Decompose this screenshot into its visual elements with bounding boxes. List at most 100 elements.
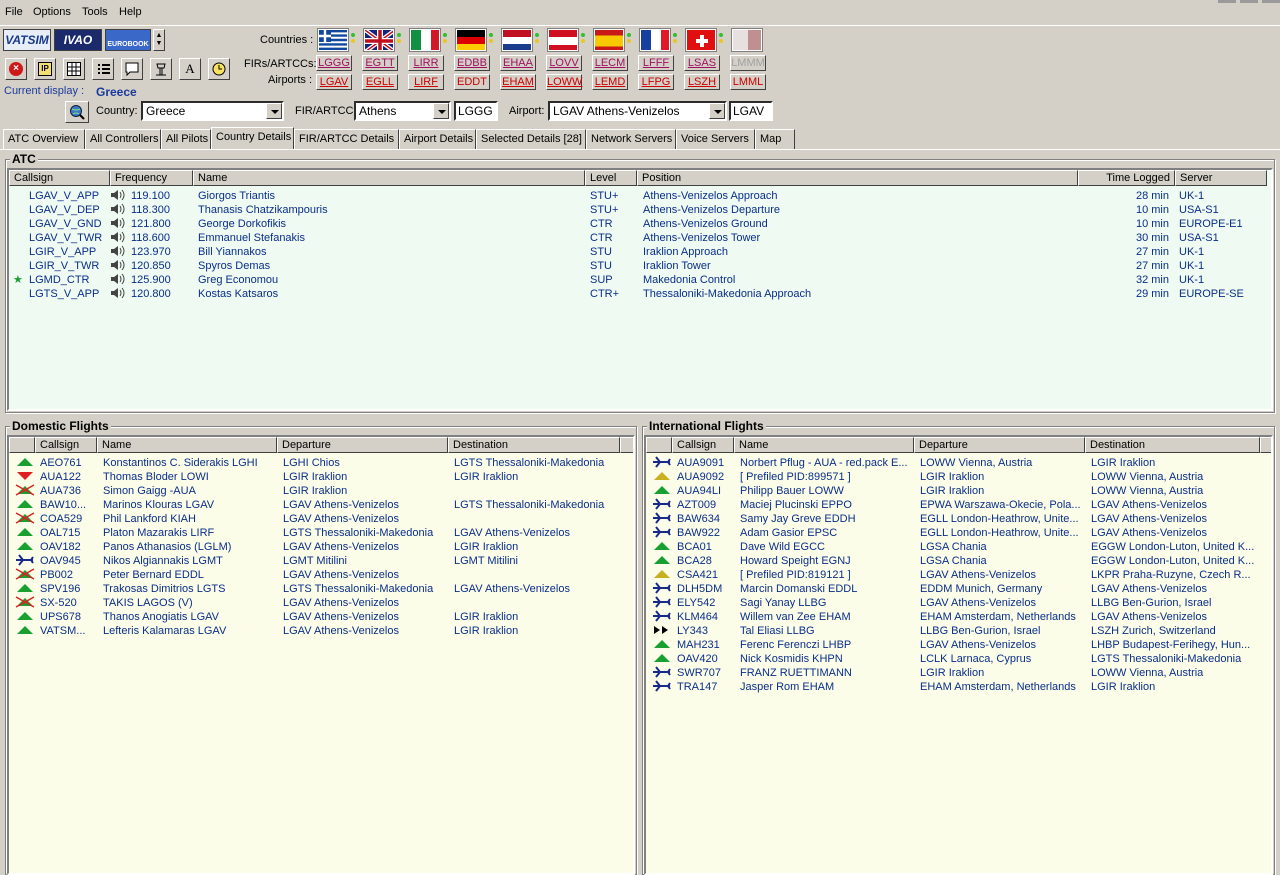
fir-button-lggg[interactable]: LGGG [316,55,352,71]
airport-button-lirf[interactable]: LIRF [408,74,444,90]
ip-icon[interactable]: IP [34,58,56,80]
flight-row[interactable]: OAL715 Platon Mazarakis LIRF LGTS Thessalo… [9,526,633,540]
atc-header-frequency[interactable]: Frequency [110,170,193,186]
atc-header-server[interactable]: Server [1175,170,1267,186]
clock-icon[interactable] [208,58,230,80]
font-icon[interactable]: A [179,58,201,80]
fir-button-lmmm[interactable]: LMMM [730,55,766,71]
fir-button-lovv[interactable]: LOVV [546,55,582,71]
flight-row[interactable]: PB002 Peter Bernard EDDL LGAV Athens-Veniz… [9,568,633,582]
tower-icon[interactable] [150,58,172,80]
flight-row[interactable]: OAV420 Nick Kosmidis KHPN LCLK Larnaca, Cy… [646,652,1271,666]
tab-voice-servers[interactable]: Voice Servers [676,129,755,149]
tab-all-pilots[interactable]: All Pilots [161,129,211,149]
international-list[interactable]: Callsign Name Departure Destination AUA9091 N… [644,435,1273,875]
airport-button-eham[interactable]: EHAM [500,74,536,90]
flight-row[interactable]: BAW922 Adam Gasior EPSC EGLL London-Heathr… [646,526,1271,540]
airport-code-field[interactable]: LGAV [729,101,773,121]
flight-row[interactable]: ELY542 Sagi Yanay LLBG LGAV Athens-Venizel… [646,596,1271,610]
atc-header-name[interactable]: Name [193,170,585,186]
flight-row[interactable]: AUA122 Thomas Bloder LOWI LGIR Iraklion LGI… [9,470,633,484]
atc-row[interactable]: LGIR_V_TWR 120.850 Spyros Demas STU Iraklion… [9,259,1271,273]
airport-button-lszh[interactable]: LSZH [684,74,720,90]
atc-row[interactable]: LGIR_V_APP 123.970 Bill Yiannakos STU Irakli… [9,245,1271,259]
airport-button-eddt[interactable]: EDDT [454,74,490,90]
atc-header-position[interactable]: Position [637,170,1078,186]
fir-button-lfff[interactable]: LFFF [638,55,674,71]
menu-tools[interactable]: Tools [82,6,108,18]
airport-button-lmml[interactable]: LMML [730,74,766,90]
globe-search-icon[interactable] [65,101,89,123]
domestic-header-departure[interactable]: Departure [277,437,448,453]
flight-row[interactable]: BAW634 Samy Jay Greve EDDH EGLL London-Hea… [646,512,1271,526]
airport-select[interactable]: LGAV Athens-Venizelos [548,101,727,121]
flight-row[interactable]: VATSM... Lefteris Kalamaras LGAV LGAV Athe… [9,624,633,638]
flight-row[interactable]: LY343 Tal Eliasi LLBG LLBG Ben-Gurion, Isr… [646,624,1271,638]
tab-all-controllers[interactable]: All Controllers [85,129,161,149]
atc-row[interactable]: LGAV_V_GND 121.800 George Dorkofikis CTR Ath… [9,217,1271,231]
flight-row[interactable]: BCA28 Howard Speight EGNJ LGSA Chania EGGW … [646,554,1271,568]
flight-row[interactable]: MAH231 Ferenc Ferenczi LHBP LGAV Athens-Ve… [646,638,1271,652]
tab-fir-artcc-details[interactable]: FIR/ARTCC Details [294,129,399,149]
france-flag-icon[interactable] [639,28,671,52]
fir-button-lsas[interactable]: LSAS [684,55,720,71]
switzerland-flag-icon[interactable] [685,28,717,52]
airport-button-egll[interactable]: EGLL [362,74,398,90]
atc-row[interactable]: LGTS_V_APP 120.800 Kostas Katsaros CTR+ Thes… [9,287,1271,301]
flight-row[interactable]: CSA421 [ Prefiled PID:819121 ] LGAV Athens… [646,568,1271,582]
international-header-callsign[interactable]: Callsign [672,437,734,453]
logo-spinner[interactable]: ▲ ▼ [153,29,165,51]
fir-button-lirr[interactable]: LIRR [408,55,444,71]
flight-row[interactable]: OAV945 Nikos Algiannakis LGMT LGMT Mitilin… [9,554,633,568]
airport-button-lgav[interactable]: LGAV [316,74,352,90]
vatsim-logo[interactable]: VATSIM [3,29,51,51]
atc-header-time-logged[interactable]: Time Logged [1078,170,1175,186]
message-icon[interactable] [121,58,143,80]
domestic-header-name[interactable]: Name [97,437,277,453]
flight-row[interactable]: OAV182 Panos Athanasios (LGLM) LGAV Athens… [9,540,633,554]
flight-row[interactable]: AZT009 Maciej Plucinski EPPO EPWA Warszawa… [646,498,1271,512]
tab-country-details[interactable]: Country Details [211,127,294,149]
airport-button-lfpg[interactable]: LFPG [638,74,674,90]
flight-header-icon-column[interactable] [646,437,672,453]
chevron-down-icon[interactable] [709,103,725,119]
atc-list[interactable]: Callsign Frequency Name Level Position Time L… [7,168,1273,411]
tab-airport-details[interactable]: Airport Details [399,129,476,149]
flight-row[interactable]: AUA94LI Philipp Bauer LOWW LGIR Iraklion LO… [646,484,1271,498]
chevron-down-icon[interactable] [266,103,282,119]
uk-flag-icon[interactable] [363,28,395,52]
fir-select[interactable]: Athens [354,101,451,121]
atc-row[interactable]: LGAV_V_DEP 118.300 Thanasis Chatzikampouri… [9,203,1271,217]
atc-row[interactable]: ★ LGMD_CTR 125.900 Greg Economou SUP Makedoni… [9,273,1271,287]
fir-button-lecm[interactable]: LECM [592,55,628,71]
flight-row[interactable]: UPS678 Thanos Anogiatis LGAV LGAV Athens-V… [9,610,633,624]
tab-network-servers[interactable]: Network Servers [586,129,676,149]
fir-code-field[interactable]: LGGG [454,101,498,121]
spain-flag-icon[interactable] [593,28,625,52]
menu-file[interactable]: File [5,6,23,18]
tab-atc-overview[interactable]: ATC Overview [3,129,85,149]
airport-button-lemd[interactable]: LEMD [592,74,628,90]
flight-row[interactable]: AUA9091 Norbert Pflug - AUA - red.pack E.… [646,456,1271,470]
atc-header-callsign[interactable]: Callsign [9,170,110,186]
flight-header-icon-column[interactable] [9,437,35,453]
domestic-header-destination[interactable]: Destination [448,437,620,453]
austria-flag-icon[interactable] [547,28,579,52]
flight-row[interactable]: COA529 Phil Lankford KIAH LGAV Athens-Veni… [9,512,633,526]
netherlands-flag-icon[interactable] [501,28,533,52]
airport-button-loww[interactable]: LOWW [546,74,582,90]
fir-button-edbb[interactable]: EDBB [454,55,490,71]
tab-selected-details-28[interactable]: Selected Details [28] [476,129,586,149]
fir-button-ehaa[interactable]: EHAA [500,55,536,71]
flight-row[interactable]: DLH5DM Marcin Domanski EDDL EDDM Munich, G… [646,582,1271,596]
italy-flag-icon[interactable] [409,28,441,52]
flight-row[interactable]: KLM464 Willem van Zee EHAM EHAM Amsterdam,… [646,610,1271,624]
flight-row[interactable]: SWR707 FRANZ RUETTIMANN LGIR Iraklion LOWW … [646,666,1271,680]
flight-row[interactable]: TRA147 Jasper Rom EHAM EHAM Amsterdam, Net… [646,680,1271,694]
fir-button-egtt[interactable]: EGTT [362,55,398,71]
domestic-header-callsign[interactable]: Callsign [35,437,97,453]
flight-row[interactable]: AUA736 Simon Gaigg -AUA LGIR Iraklion [9,484,633,498]
tab-map[interactable]: Map [755,129,795,149]
chevron-down-icon[interactable] [433,103,449,119]
grid-icon[interactable] [63,58,85,80]
